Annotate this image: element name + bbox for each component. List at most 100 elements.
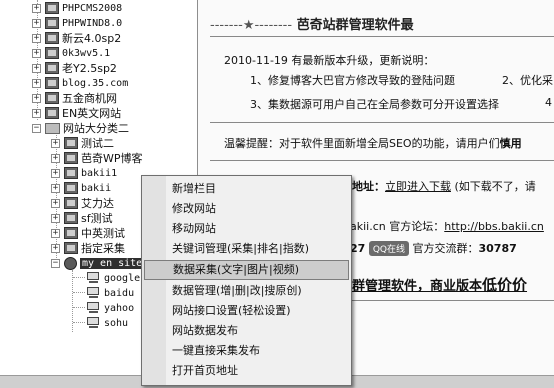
- site-icon: [64, 197, 78, 209]
- expand-icon[interactable]: +: [51, 213, 60, 223]
- tree-item-site[interactable]: + 老Y2.5sp2: [32, 60, 117, 76]
- expand-icon[interactable]: +: [51, 228, 60, 238]
- site-icon: [64, 242, 78, 254]
- tree-item-label: 网站大分类二: [63, 122, 129, 135]
- site-url[interactable]: akii.cn: [350, 220, 386, 233]
- expand-icon[interactable]: +: [32, 108, 41, 118]
- menu-item-data-collect[interactable]: 数据采集(文字|图片|视频): [144, 260, 349, 280]
- menu-item-move-site[interactable]: 移动网站: [166, 219, 349, 239]
- update-item-1: 1、修复博客大巴官方修改导致的登陆问题: [250, 74, 455, 87]
- qq-number: 27: [350, 242, 366, 255]
- tree-item-engine[interactable]: baidu: [86, 285, 134, 301]
- banner-decoration: -------★--------: [210, 18, 293, 33]
- tree-item-label: EN英文网站: [62, 107, 122, 120]
- menu-item-edit-site[interactable]: 修改网站: [166, 199, 349, 219]
- tree-item-site[interactable]: + 五金商机网: [32, 90, 117, 106]
- download-note: (如下载不了，请: [454, 180, 536, 193]
- computer-icon: [86, 287, 101, 299]
- menu-item-keyword-manage[interactable]: 关键词管理(采集|排名|指数): [166, 239, 349, 259]
- update-item-4: 4: [545, 96, 552, 109]
- expand-icon[interactable]: +: [51, 243, 60, 253]
- site-icon: [64, 212, 78, 224]
- tree-item-label: sf测试: [81, 212, 113, 225]
- tree-item-site[interactable]: + 指定采集: [51, 240, 125, 256]
- tree-item-site[interactable]: + bakii: [51, 180, 111, 196]
- expand-icon[interactable]: +: [51, 138, 60, 148]
- tree-item-label: sohu: [104, 317, 129, 329]
- collapse-icon[interactable]: −: [51, 258, 60, 268]
- forum-link[interactable]: http://bbs.bakii.cn: [444, 220, 544, 233]
- tree-item-label: 五金商机网: [62, 92, 117, 105]
- menu-item-data-manage[interactable]: 数据管理(增|删|改|搜原创): [166, 281, 349, 301]
- menu-icon-gutter: [142, 176, 166, 385]
- expand-icon[interactable]: +: [32, 3, 41, 13]
- tree-item-site-selected[interactable]: − my en site: [51, 255, 145, 271]
- expand-icon[interactable]: +: [51, 153, 60, 163]
- tree-item-label: google: [104, 272, 141, 284]
- forum-label: 官方论坛：: [389, 220, 445, 233]
- group-number: 30787: [478, 242, 517, 255]
- update-date-line: 2010-11-19 有最新版本升级，更新说明：: [224, 54, 435, 67]
- tree-item-category[interactable]: − 网站大分类二: [32, 120, 129, 136]
- download-link[interactable]: 立即进入下载: [385, 180, 451, 193]
- tree-item-site[interactable]: + bakii1: [51, 165, 117, 181]
- menu-item-publish[interactable]: 网站数据发布: [166, 321, 349, 341]
- expand-icon[interactable]: +: [51, 198, 60, 208]
- tree-item-label: 芭奇WP博客: [81, 152, 143, 165]
- context-menu[interactable]: 新增栏目 修改网站 移动网站 关键词管理(采集|排名|指数) 数据采集(文字|图…: [141, 175, 352, 386]
- site-icon: [45, 47, 59, 59]
- contact-line: 27 QQ在线 官方交流群：30787: [350, 240, 517, 256]
- group-label: 官方交流群：: [412, 242, 479, 255]
- tree-item-label: PHPWIND8.0: [62, 17, 123, 29]
- menu-item-one-click-publish[interactable]: 一键直接采集发布: [166, 341, 349, 361]
- tree-item-site[interactable]: + sf测试: [51, 210, 113, 226]
- tree-item-site[interactable]: + 中英测试: [51, 225, 125, 241]
- expand-icon[interactable]: +: [51, 168, 60, 178]
- download-line: 地址：立即进入下载 (如下载不了，请: [352, 178, 536, 194]
- site-icon: [45, 107, 59, 119]
- collapse-icon[interactable]: −: [32, 123, 41, 133]
- computer-icon: [86, 317, 101, 329]
- expand-icon[interactable]: +: [32, 78, 41, 88]
- tree-item-site[interactable]: + 0k3wv5.1: [32, 45, 110, 61]
- tree-item-label: yahoo: [104, 302, 135, 314]
- tree-item-site[interactable]: + PHPWIND8.0: [32, 15, 122, 31]
- site-icon: [45, 2, 59, 14]
- tree-item-label: bakii: [81, 182, 112, 194]
- tree-item-site[interactable]: + EN英文网站: [32, 105, 121, 121]
- tree-item-site[interactable]: + PHPCMS2008: [32, 0, 122, 16]
- menu-item-api-settings[interactable]: 网站接口设置(轻松设置): [166, 301, 349, 321]
- computer-icon: [86, 302, 101, 314]
- divider: [210, 36, 554, 37]
- tree-item-site[interactable]: + 艾力达: [51, 195, 114, 211]
- menu-item-add-column[interactable]: 新增栏目: [166, 179, 349, 199]
- divider: [210, 160, 554, 161]
- expand-icon[interactable]: +: [32, 93, 41, 103]
- expand-icon[interactable]: +: [32, 33, 41, 43]
- expand-icon[interactable]: +: [32, 48, 41, 58]
- site-icon: [45, 62, 59, 74]
- site-icon: [45, 32, 59, 44]
- tip-text: 温馨提醒：对于软件里面新增全局SEO的功能，请用户们慎用: [224, 135, 522, 151]
- tree-item-label: blog.35.com: [62, 77, 129, 89]
- site-icon: [64, 167, 78, 179]
- expand-icon[interactable]: +: [51, 183, 60, 193]
- tree-item-label: 老Y2.5sp2: [62, 62, 117, 75]
- menu-item-open-homepage[interactable]: 打开首页地址: [166, 361, 349, 381]
- tree-item-site[interactable]: + 芭奇WP博客: [51, 150, 143, 166]
- tree-item-site[interactable]: + blog.35.com: [32, 75, 128, 91]
- forum-line: akii.cn 官方论坛：http://bbs.bakii.cn: [350, 218, 544, 234]
- tree-item-label: bakii1: [81, 167, 118, 179]
- qq-online-badge[interactable]: QQ在线: [368, 241, 409, 256]
- tree-item-engine[interactable]: google: [86, 270, 140, 286]
- tree-item-engine[interactable]: sohu: [86, 315, 128, 331]
- tree-item-site[interactable]: + 测试二: [51, 135, 114, 151]
- expand-icon[interactable]: +: [32, 63, 41, 73]
- slogan-text: 群管理软件，商业版本: [352, 279, 483, 294]
- expand-icon[interactable]: +: [32, 18, 41, 28]
- download-label: 地址：: [352, 180, 385, 193]
- tree-item-engine[interactable]: yahoo: [86, 300, 134, 316]
- tree-item-label: my en site: [80, 257, 145, 269]
- tree-item-site[interactable]: + 新云4.0sp2: [32, 30, 121, 46]
- update-item-3: 3、集数据源可用户自己在全局参数可分开设置选择: [250, 98, 499, 111]
